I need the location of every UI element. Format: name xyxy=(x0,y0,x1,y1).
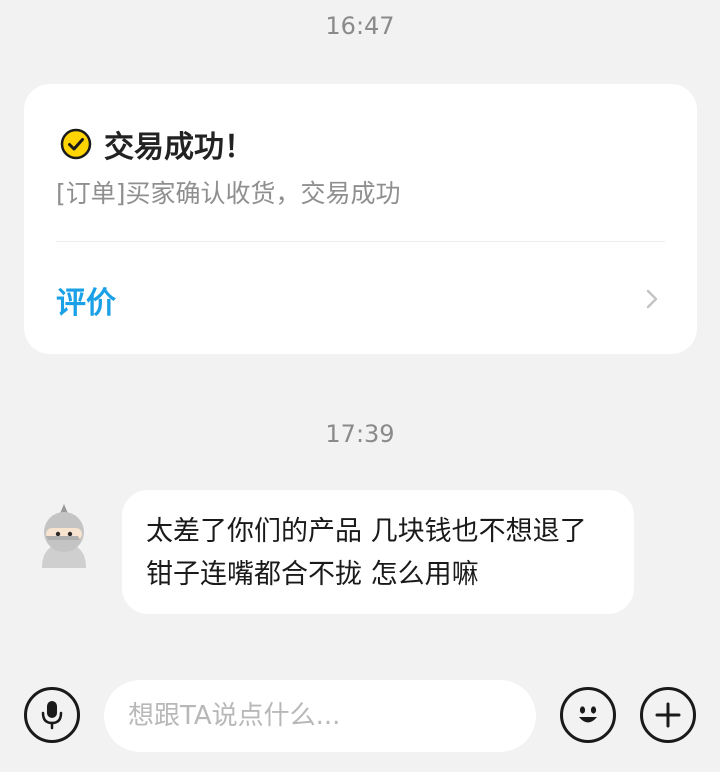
plus-icon xyxy=(655,702,681,728)
order-status-card[interactable]: 交易成功！ [订单]买家确认收货，交易成功 评价 xyxy=(24,84,697,354)
message-input[interactable] xyxy=(104,680,536,752)
sender-avatar[interactable] xyxy=(32,502,96,568)
divider xyxy=(56,241,665,242)
timestamp: 17:39 xyxy=(325,420,395,448)
input-bar xyxy=(0,672,720,772)
review-button[interactable]: 评价 xyxy=(24,256,697,346)
card-header: 交易成功！ xyxy=(60,122,254,166)
smiley-icon xyxy=(579,706,597,723)
order-status-subtitle: [订单]买家确认收货，交易成功 xyxy=(56,179,401,208)
message-bubble[interactable]: 太差了你们的产品 几块钱也不想退了 钳子连嘴都合不拢 怎么用嘛 xyxy=(122,490,634,614)
timestamp: 16:47 xyxy=(325,12,395,40)
emoji-button[interactable] xyxy=(560,687,616,743)
message-text: 太差了你们的产品 几块钱也不想退了 钳子连嘴都合不拢 怎么用嘛 xyxy=(146,516,587,590)
check-circle-icon xyxy=(60,128,92,160)
voice-button[interactable] xyxy=(24,687,80,743)
more-button[interactable] xyxy=(640,687,696,743)
review-label: 评价 xyxy=(56,286,116,321)
order-status-title: 交易成功！ xyxy=(104,130,254,165)
microphone-icon xyxy=(41,701,63,730)
chevron-right-icon xyxy=(646,289,658,309)
